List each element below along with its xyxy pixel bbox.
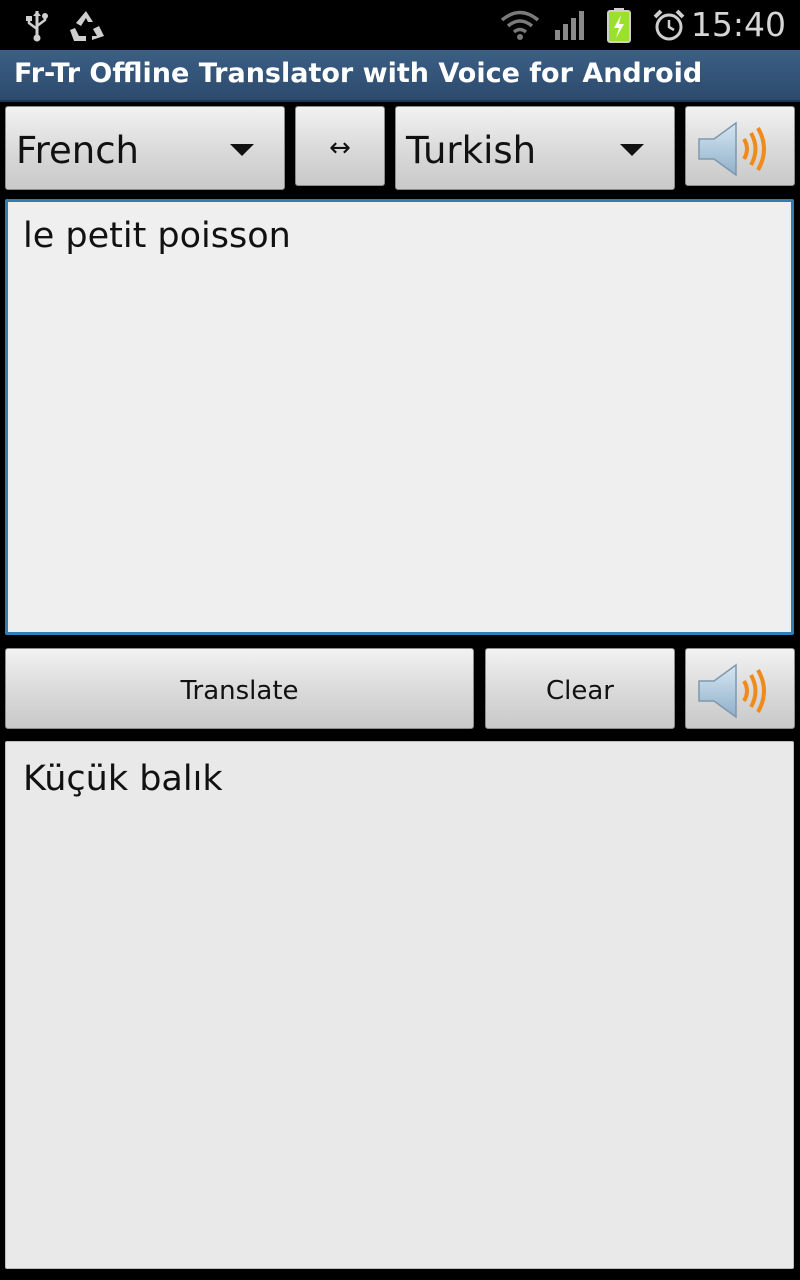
status-clock: 15:40 xyxy=(690,5,786,44)
recycle-icon xyxy=(66,8,106,48)
swap-arrow-icon: ↔ xyxy=(329,133,351,163)
translate-button-label: Translate xyxy=(180,676,299,706)
source-text-input[interactable]: le petit poisson xyxy=(5,199,794,635)
usb-icon xyxy=(24,9,50,47)
speak-translation-button[interactable] xyxy=(685,648,795,729)
wifi-icon xyxy=(500,9,540,45)
clear-button[interactable]: Clear xyxy=(485,648,675,729)
translation-text-value: Küçük balık xyxy=(23,759,223,799)
title-bar: Fr-Tr Offline Translator with Voice for … xyxy=(0,50,800,102)
speak-source-button[interactable] xyxy=(685,106,795,186)
clear-button-label: Clear xyxy=(546,676,614,706)
alarm-icon xyxy=(652,8,686,46)
signal-icon xyxy=(554,10,586,44)
target-language-spinner[interactable]: Turkish xyxy=(395,106,675,190)
battery-charging-icon xyxy=(606,7,632,47)
app-title: Fr-Tr Offline Translator with Voice for … xyxy=(14,58,703,89)
source-language-spinner[interactable]: French xyxy=(5,106,285,190)
source-language-label: French xyxy=(16,129,139,172)
chevron-down-icon xyxy=(230,144,254,156)
source-text-value: le petit poisson xyxy=(23,216,291,256)
chevron-down-icon xyxy=(620,144,644,156)
translation-output[interactable]: Küçük balık xyxy=(5,741,794,1269)
translate-button[interactable]: Translate xyxy=(5,648,474,729)
swap-languages-button[interactable]: ↔ xyxy=(295,106,385,186)
status-bar: 15:40 xyxy=(0,0,800,50)
target-language-label: Turkish xyxy=(406,129,537,172)
